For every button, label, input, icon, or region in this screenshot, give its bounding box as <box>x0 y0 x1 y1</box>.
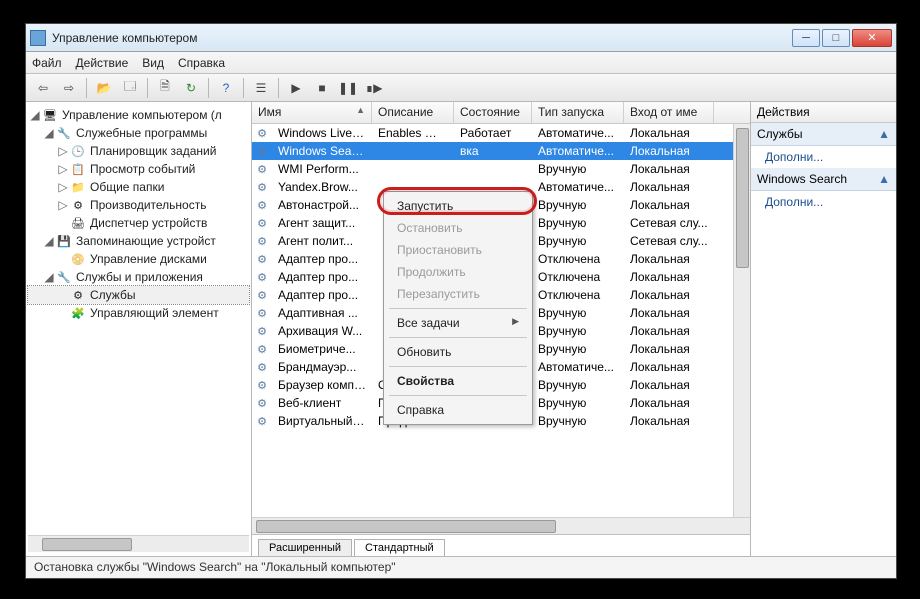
actions-more-1[interactable]: Дополни... <box>751 146 896 168</box>
gear-icon: ⚙ <box>255 234 269 248</box>
ctx-alltasks[interactable]: Все задачи <box>387 312 529 334</box>
forward-arrow-icon[interactable]: ⇨ <box>58 77 80 99</box>
menu-help[interactable]: Справка <box>178 56 225 70</box>
gear-icon: ⚙ <box>255 270 269 284</box>
ctx-resume: Продолжить <box>387 261 529 283</box>
column-header[interactable]: Вход от име <box>624 102 714 123</box>
horizontal-scrollbar[interactable] <box>252 517 750 534</box>
menu-file[interactable]: Файл <box>32 56 62 70</box>
gear-icon: ⚙ <box>255 324 269 338</box>
app-icon <box>30 30 46 46</box>
maximize-button[interactable]: □ <box>822 29 850 47</box>
service-row[interactable]: ⚙Windows SearchвкаАвтоматиче...Локальная <box>252 142 750 160</box>
tab-extended[interactable]: Расширенный <box>258 539 352 556</box>
ctx-refresh[interactable]: Обновить <box>387 341 529 363</box>
menubar: Файл Действие Вид Справка <box>26 52 896 74</box>
column-header[interactable]: Описание <box>372 102 454 123</box>
tree-node[interactable]: ⚙Службы <box>28 286 249 304</box>
stop-icon[interactable]: ■ <box>311 77 333 99</box>
toolbar: ⇦ ⇨ 📂 🗔 🗎 ↻ ? ☰ ▶ ■ ❚❚ ∎▶ <box>26 74 896 102</box>
statusbar: Остановка службы "Windows Search" на "Ло… <box>26 556 896 578</box>
actions-pane: Действия Службы ▲ Дополни... Windows Sea… <box>750 102 896 556</box>
play-icon[interactable]: ▶ <box>285 77 307 99</box>
gear-icon: ⚙ <box>255 144 269 158</box>
actions-section-services[interactable]: Службы ▲ <box>751 123 896 146</box>
titlebar[interactable]: Управление компьютером ─ □ ✕ <box>26 24 896 52</box>
gear-icon: ⚙ <box>255 396 269 410</box>
ctx-stop: Остановить <box>387 217 529 239</box>
gear-icon: ⚙ <box>255 360 269 374</box>
context-menu: Запустить Остановить Приостановить Продо… <box>383 191 533 425</box>
ctx-start[interactable]: Запустить <box>387 195 529 217</box>
window-title: Управление компьютером <box>52 31 792 45</box>
export-icon[interactable]: 🗎 <box>154 77 176 99</box>
nav-tree[interactable]: ◢🖥Управление компьютером (л◢🔧Служебные п… <box>26 102 252 556</box>
tree-node[interactable]: 📀Управление дисками <box>28 250 249 268</box>
column-headers[interactable]: ИмяОписаниеСостояниеТип запускаВход от и… <box>252 102 750 124</box>
gear-icon: ⚙ <box>255 216 269 230</box>
tab-standard[interactable]: Стандартный <box>354 539 445 556</box>
close-button[interactable]: ✕ <box>852 29 892 47</box>
tree-node[interactable]: ◢💾Запоминающие устройст <box>28 232 249 250</box>
view-tabs: Расширенный Стандартный <box>252 534 750 556</box>
actions-section-services-label: Службы <box>757 127 802 141</box>
gear-icon: ⚙ <box>255 288 269 302</box>
column-header[interactable]: Состояние <box>454 102 532 123</box>
tree-node[interactable]: ◢🔧Службы и приложения <box>28 268 249 286</box>
properties-icon[interactable]: 🗔 <box>119 77 141 99</box>
tree-horizontal-scrollbar[interactable] <box>28 535 249 552</box>
gear-icon: ⚙ <box>255 306 269 320</box>
restart-icon[interactable]: ∎▶ <box>363 77 385 99</box>
gear-icon: ⚙ <box>255 126 269 140</box>
gear-icon: ⚙ <box>255 342 269 356</box>
collapse-arrow-icon: ▲ <box>878 172 890 186</box>
gear-icon: ⚙ <box>255 180 269 194</box>
up-folder-icon[interactable]: 📂 <box>93 77 115 99</box>
app-window: Управление компьютером ─ □ ✕ Файл Действ… <box>25 23 897 579</box>
tree-node[interactable]: ▷📁Общие папки <box>28 178 249 196</box>
gear-icon: ⚙ <box>255 414 269 428</box>
refresh-icon[interactable]: ↻ <box>180 77 202 99</box>
gear-icon: ⚙ <box>255 252 269 266</box>
ctx-restart: Перезапустить <box>387 283 529 305</box>
collapse-arrow-icon: ▲ <box>878 127 890 141</box>
tree-node[interactable]: ▷⚙Производительность <box>28 196 249 214</box>
tree-node[interactable]: ▷🕒Планировщик заданий <box>28 142 249 160</box>
gear-icon: ⚙ <box>255 162 269 176</box>
vertical-scrollbar[interactable] <box>733 124 750 517</box>
actions-more-2[interactable]: Дополни... <box>751 191 896 213</box>
help-icon[interactable]: ? <box>215 77 237 99</box>
gear-icon: ⚙ <box>255 378 269 392</box>
back-arrow-icon[interactable]: ⇦ <box>32 77 54 99</box>
column-header[interactable]: Имя <box>252 102 372 123</box>
gear-icon: ⚙ <box>255 198 269 212</box>
pause-icon[interactable]: ❚❚ <box>337 77 359 99</box>
ctx-pause: Приостановить <box>387 239 529 261</box>
tree-node[interactable]: ▷📋Просмотр событий <box>28 160 249 178</box>
service-row[interactable]: ⚙Windows Live ID S...Enables Wi...Работа… <box>252 124 750 142</box>
minimize-button[interactable]: ─ <box>792 29 820 47</box>
menu-view[interactable]: Вид <box>142 56 164 70</box>
tree-node[interactable]: 🖨Диспетчер устройств <box>28 214 249 232</box>
actions-section-selected-label: Windows Search <box>757 172 847 186</box>
tree-node[interactable]: ◢🖥Управление компьютером (л <box>28 106 249 124</box>
service-row[interactable]: ⚙WMI Perform...ВручнуюЛокальная <box>252 160 750 178</box>
list-icon[interactable]: ☰ <box>250 77 272 99</box>
scroll-thumb[interactable] <box>736 128 749 268</box>
ctx-properties[interactable]: Свойства <box>387 370 529 392</box>
tree-node[interactable]: 🧩Управляющий элемент <box>28 304 249 322</box>
hscroll-thumb[interactable] <box>256 520 556 533</box>
actions-section-selected[interactable]: Windows Search ▲ <box>751 168 896 191</box>
actions-header: Действия <box>751 102 896 123</box>
menu-action[interactable]: Действие <box>76 56 129 70</box>
ctx-help[interactable]: Справка <box>387 399 529 421</box>
tree-node[interactable]: ◢🔧Служебные программы <box>28 124 249 142</box>
column-header[interactable]: Тип запуска <box>532 102 624 123</box>
